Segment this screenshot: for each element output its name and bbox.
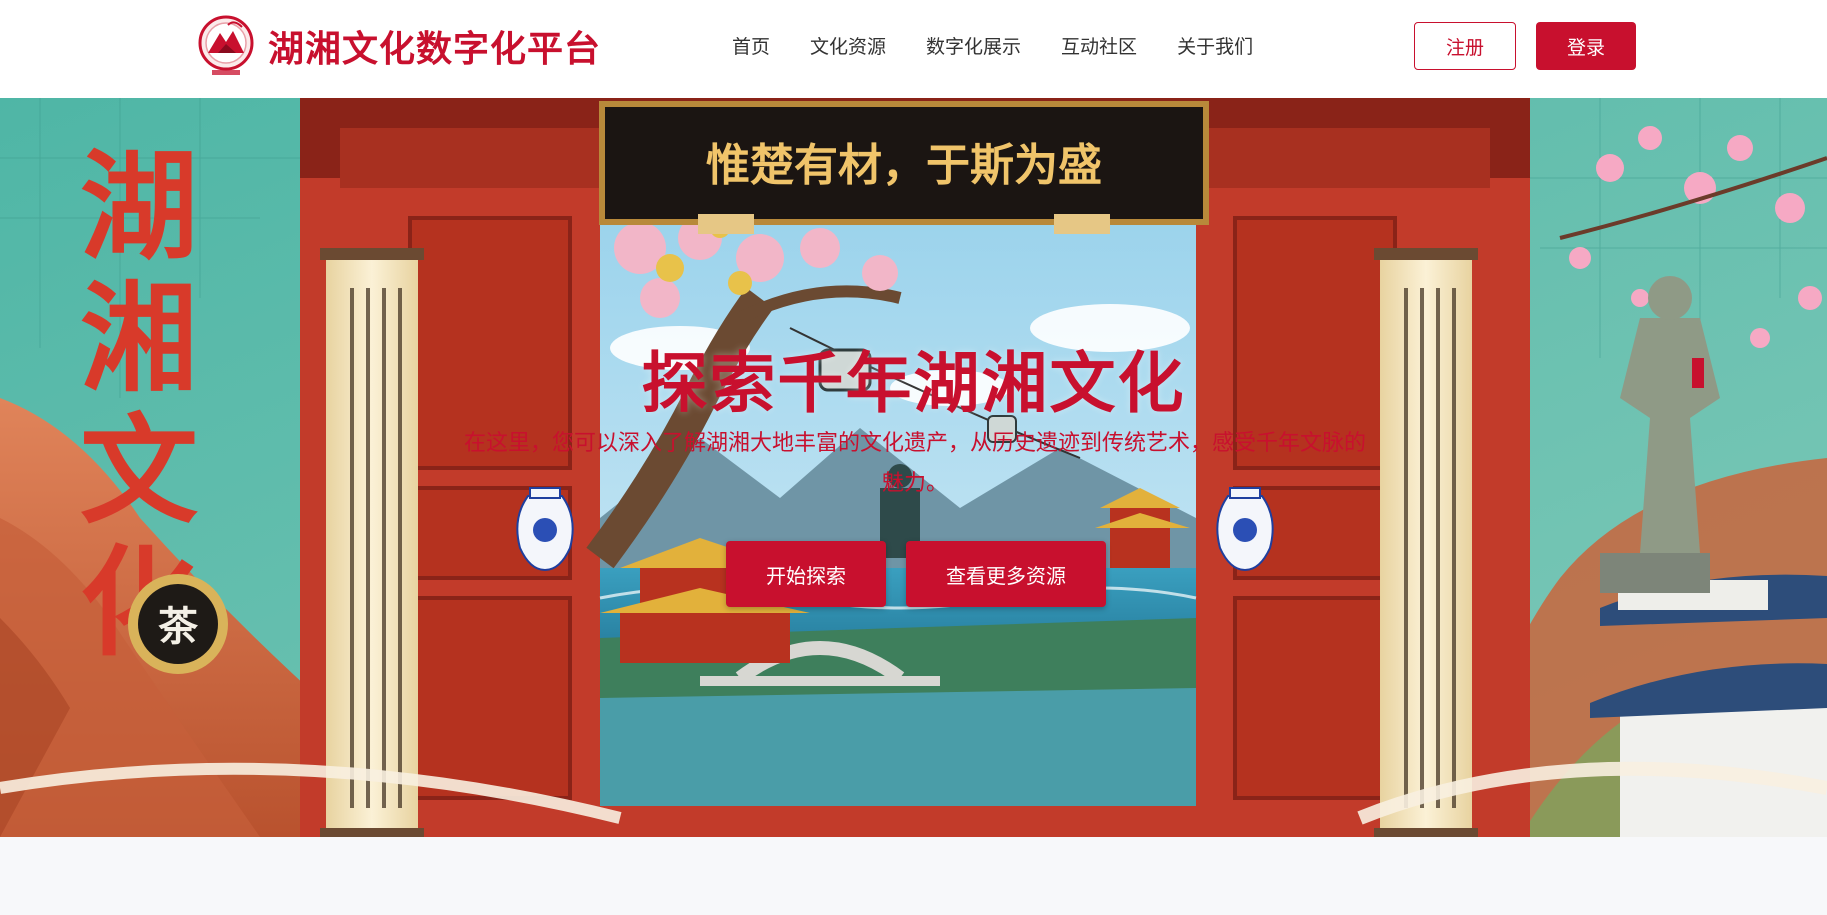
hero-banner: 湖湘文化 bbox=[0, 98, 1827, 837]
site-title: 湖湘文化数字化平台 bbox=[268, 29, 602, 70]
nav-digital-display[interactable]: 数字化展示 bbox=[926, 32, 1021, 62]
main-nav: 首页 文化资源 数字化展示 互动社区 关于我们 bbox=[732, 32, 1293, 62]
tea-badge-text: 茶 bbox=[158, 603, 199, 650]
start-explore-button[interactable]: 开始探索 bbox=[726, 541, 886, 607]
hero-actions: 开始探索 查看更多资源 bbox=[726, 541, 1106, 607]
hero-title: 探索千年湖湘文化 bbox=[641, 345, 1186, 422]
top-header: 湖湘文化数字化平台 首页 文化资源 数字化展示 互动社区 关于我们 注册 登录 bbox=[0, 0, 1827, 98]
plaque-text: 惟楚有材，于斯为盛 bbox=[706, 140, 1102, 191]
brand[interactable]: 湖湘文化数字化平台 bbox=[198, 14, 601, 78]
content-area-start bbox=[0, 837, 1827, 915]
nav-culture-resources[interactable]: 文化资源 bbox=[810, 32, 886, 62]
nav-community[interactable]: 互动社区 bbox=[1061, 32, 1137, 62]
more-resources-button[interactable]: 查看更多资源 bbox=[906, 541, 1106, 607]
hero-subtitle: 在这里，您可以深入了解湖湘大地丰富的文化遗产，从历史遗迹到传统艺术，感受千年文脉… bbox=[463, 431, 1366, 496]
nav-home[interactable]: 首页 bbox=[732, 32, 770, 62]
nav-about-us[interactable]: 关于我们 bbox=[1177, 32, 1253, 62]
login-button[interactable]: 登录 bbox=[1536, 22, 1636, 70]
register-button[interactable]: 注册 bbox=[1414, 22, 1516, 70]
mountain-seal-logo-icon bbox=[198, 15, 254, 75]
